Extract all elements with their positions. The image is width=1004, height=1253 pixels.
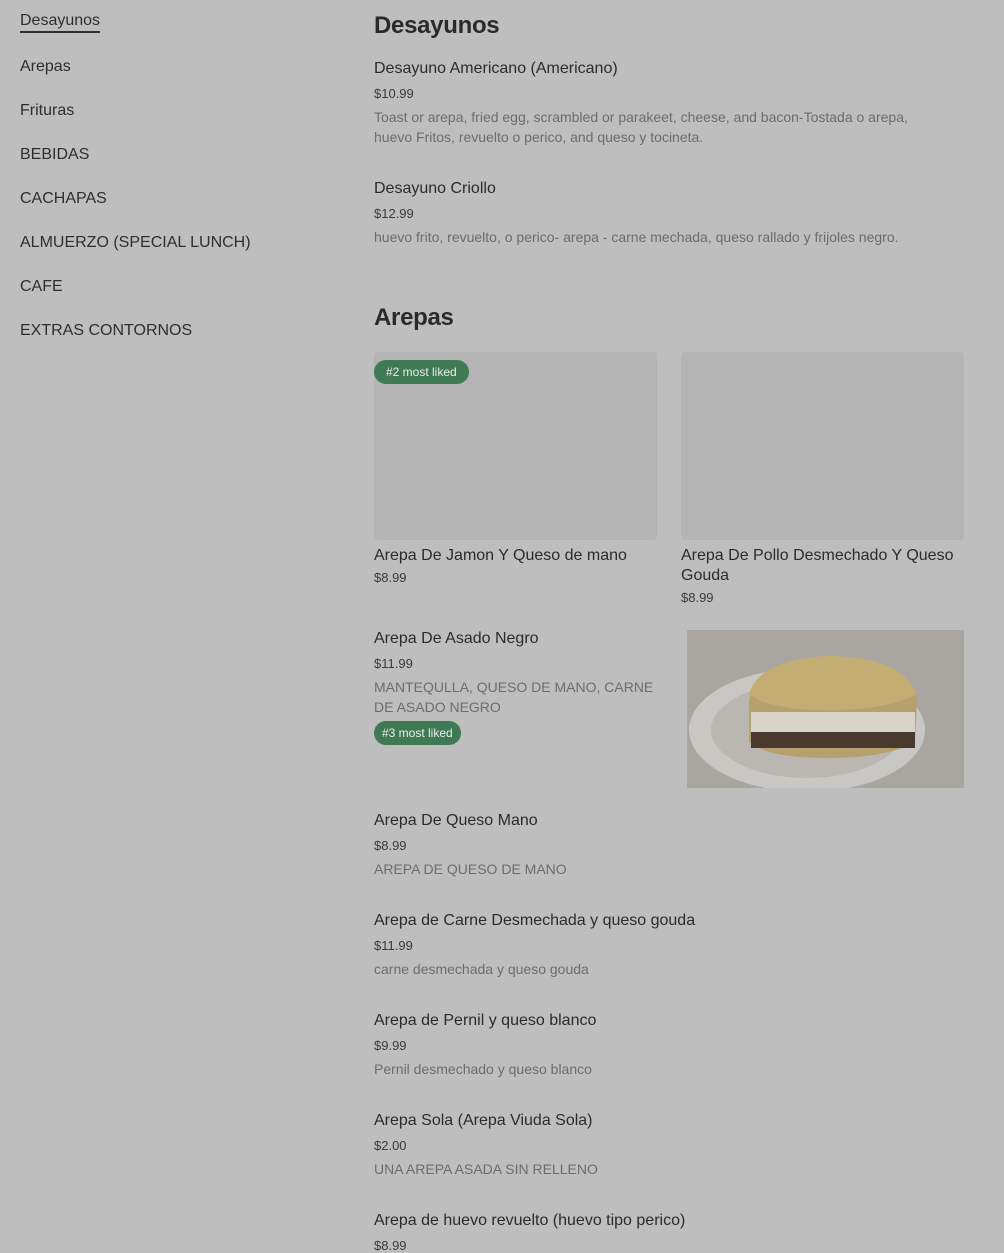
item-name: Arepa De Pollo Desmechado Y Queso Gouda <box>681 547 954 584</box>
item-name: Arepa De Asado Negro <box>374 630 539 647</box>
item-price: $11.99 <box>374 656 413 671</box>
item-description: Pernil desmechado y queso blanco <box>374 1061 592 1077</box>
item-name: Arepa Sola (Arepa Viuda Sola) <box>374 1112 593 1129</box>
menu-item[interactable]: Desayuno Criollo $12.99 huevo frito, rev… <box>374 180 934 247</box>
item-price: $12.99 <box>374 206 414 221</box>
item-description: AREPA DE QUESO DE MANO <box>374 861 567 877</box>
item-name: Arepa de Carne Desmechada y queso gouda <box>374 912 696 929</box>
item-description: huevo frito, revuelto, o perico- arepa -… <box>374 229 899 245</box>
item-name: Arepa De Jamon Y Queso de mano <box>374 547 627 564</box>
item-price: $8.99 <box>374 1238 407 1253</box>
item-description: carne desmechada y queso gouda <box>374 961 589 977</box>
most-liked-badge: #3 most liked <box>374 721 461 745</box>
sidebar-item-cafe[interactable]: CAFE <box>20 265 63 309</box>
item-price: $10.99 <box>374 86 414 101</box>
sidebar-item-frituras[interactable]: Frituras <box>20 89 74 133</box>
item-price: $11.99 <box>374 938 413 953</box>
item-description: Toast or arepa, fried egg, scrambled or … <box>374 109 908 145</box>
menu-item[interactable]: Arepa de Pernil y queso blanco $9.99 Per… <box>374 1012 934 1079</box>
menu-item-card[interactable]: Arepa De Pollo Desmechado Y Queso Gouda … <box>681 352 964 605</box>
item-name: Arepa de Pernil y queso blanco <box>374 1012 597 1029</box>
sidebar-item-arepas[interactable]: Arepas <box>20 45 71 89</box>
item-image-placeholder: #2 most liked <box>374 352 657 540</box>
sidebar-item-desayunos[interactable]: Desayunos <box>20 0 101 44</box>
most-liked-badge: #2 most liked <box>374 360 469 384</box>
sidebar-item-almuerzo[interactable]: ALMUERZO (SPECIAL LUNCH) <box>20 221 251 265</box>
menu-item[interactable]: Arepa de Carne Desmechada y queso gouda … <box>374 912 934 979</box>
item-name: Desayuno Americano (Americano) <box>374 60 618 77</box>
sidebar-item-bebidas[interactable]: BEBIDAS <box>20 133 89 177</box>
section-title-arepas: Arepas <box>374 304 454 331</box>
menu-item-card[interactable]: #2 most liked Arepa De Jamon Y Queso de … <box>374 352 657 585</box>
item-price: $9.99 <box>374 1038 407 1053</box>
item-description: UNA AREPA ASADA SIN RELLENO <box>374 1161 598 1177</box>
sidebar-item-extras-contornos[interactable]: EXTRAS CONTORNOS <box>20 309 192 353</box>
arepa-photo[interactable] <box>687 630 964 788</box>
item-price: $8.99 <box>681 590 714 605</box>
section-title-desayunos: Desayunos <box>374 12 500 39</box>
item-price: $8.99 <box>374 838 407 853</box>
menu-item[interactable]: Arepa De Queso Mano $8.99 AREPA DE QUESO… <box>374 812 934 879</box>
item-image-placeholder <box>681 352 964 540</box>
item-name: Arepa De Queso Mano <box>374 812 538 829</box>
item-name: Arepa de huevo revuelto (huevo tipo peri… <box>374 1212 686 1229</box>
item-price: $8.99 <box>374 570 407 585</box>
menu-item[interactable]: Arepa de huevo revuelto (huevo tipo peri… <box>374 1212 934 1253</box>
arepa-plate-image <box>687 630 964 788</box>
item-description: MANTEQULLA, QUESO DE MANO, CARNE DE ASAD… <box>374 679 654 715</box>
item-price: $2.00 <box>374 1138 407 1153</box>
menu-item[interactable]: Arepa Sola (Arepa Viuda Sola) $2.00 UNA … <box>374 1112 934 1179</box>
menu-item[interactable]: Arepa De Asado Negro $11.99 MANTEQULLA, … <box>374 630 664 745</box>
item-name: Desayuno Criollo <box>374 180 496 197</box>
sidebar-item-cachapas[interactable]: CACHAPAS <box>20 177 107 221</box>
menu-item[interactable]: Desayuno Americano (Americano) $10.99 To… <box>374 60 934 147</box>
